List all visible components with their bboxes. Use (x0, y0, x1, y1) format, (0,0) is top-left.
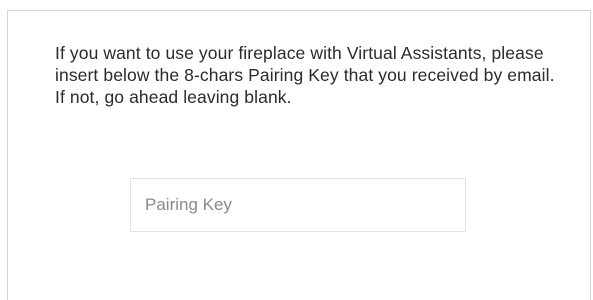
instructions-text: If you want to use your fireplace with V… (55, 43, 555, 107)
pairing-dialog: If you want to use your fireplace with V… (7, 10, 591, 300)
pairing-key-field-container (130, 178, 466, 232)
pairing-key-input[interactable] (131, 179, 465, 231)
